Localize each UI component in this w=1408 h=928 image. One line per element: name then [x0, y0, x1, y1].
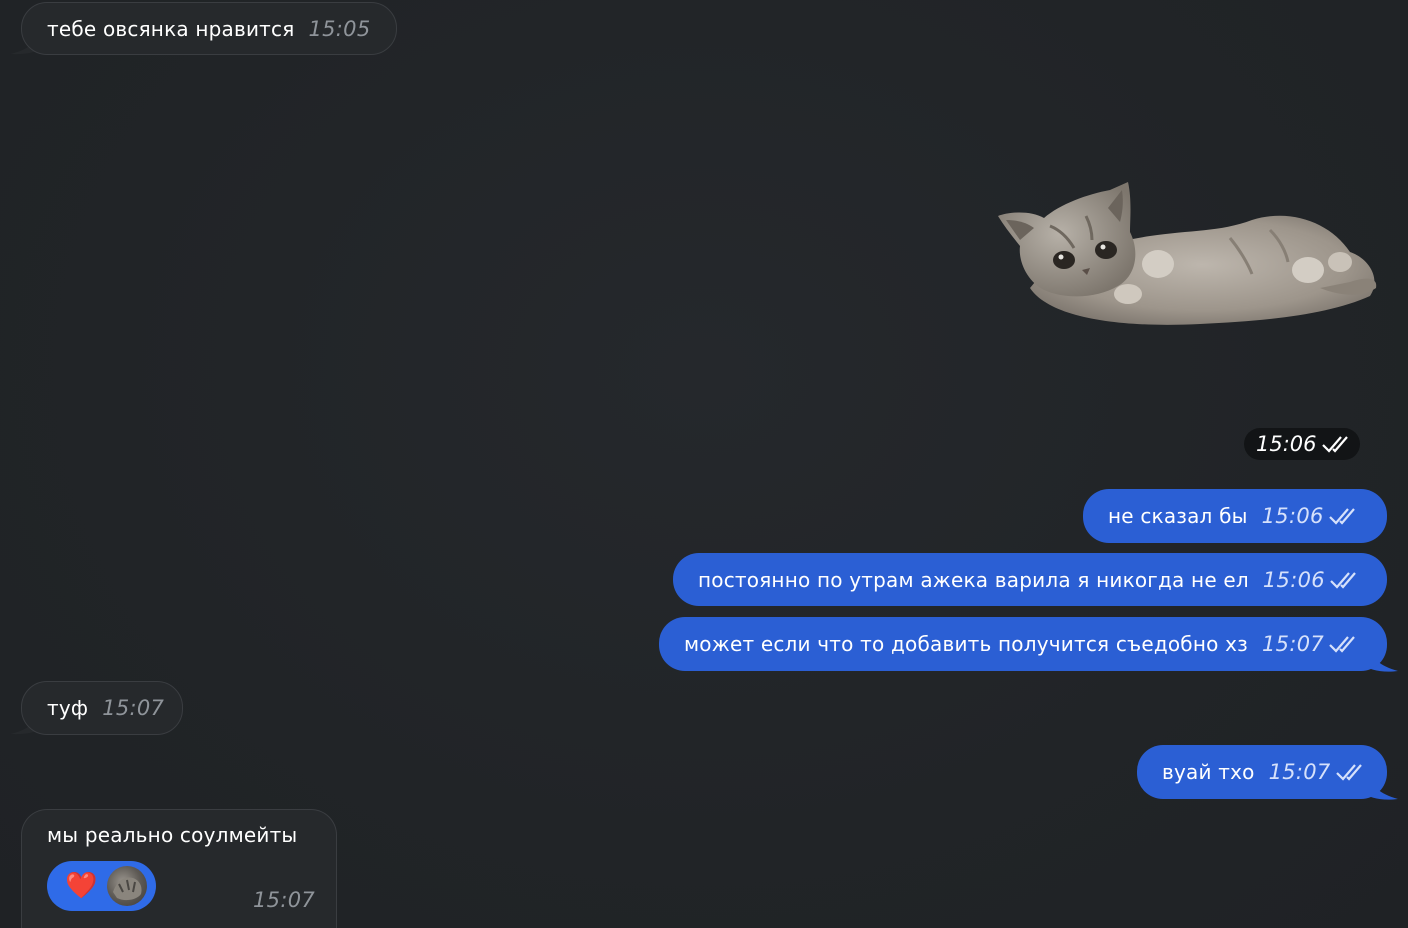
double-check-icon	[1321, 436, 1348, 453]
message-bubble-outgoing[interactable]: постоянно по утрам ажека варила я никогд…	[673, 553, 1387, 606]
message-bubble-outgoing[interactable]: может если что то добавить получится съе…	[659, 617, 1387, 671]
kitten-lying-sticker[interactable]	[990, 178, 1382, 330]
message-text: вуай тхо	[1162, 760, 1255, 784]
message-bubble-incoming[interactable]: туф 15:07	[21, 681, 183, 735]
message-bubble-incoming[interactable]: мы реально соулмейты ❤️ 15:07	[21, 809, 337, 928]
double-check-icon	[1329, 636, 1355, 653]
message-text: не сказал бы	[1108, 504, 1248, 528]
message-bubble-outgoing[interactable]: вуай тхо 15:07	[1137, 745, 1387, 799]
message-time: 15:06	[1262, 567, 1325, 592]
message-time: 15:05	[308, 16, 371, 41]
kitten-icon	[998, 182, 1377, 325]
reactor-avatar[interactable]	[107, 866, 147, 906]
message-text: может если что то добавить получится съе…	[684, 632, 1248, 656]
message-bubble-incoming[interactable]: тебе овсянка нравится 15:05	[21, 2, 397, 55]
chat-area[interactable]: тебе овсянка нравится 15:05 15:06 не ска…	[0, 0, 1408, 928]
message-time: 15:07	[1268, 760, 1331, 784]
heart-icon: ❤️	[65, 871, 98, 901]
message-time: 15:06	[1256, 432, 1317, 456]
double-check-icon	[1330, 571, 1356, 589]
message-text: тебе овсянка нравится	[47, 16, 295, 41]
reaction-pill[interactable]: ❤️	[47, 861, 156, 911]
message-time: 15:07	[102, 696, 165, 720]
sticker-time-badge: 15:06	[1244, 428, 1360, 460]
message-text: мы реально соулмейты	[47, 823, 298, 847]
message-text: постоянно по утрам ажека варила я никогд…	[698, 567, 1249, 592]
double-check-icon	[1335, 764, 1362, 781]
cat-avatar-icon	[113, 877, 142, 901]
double-check-icon	[1328, 508, 1355, 525]
message-time: 15:07	[1262, 632, 1325, 656]
message-text: туф	[47, 696, 89, 720]
message-time: 15:07	[253, 888, 316, 912]
message-time: 15:06	[1261, 504, 1324, 528]
message-bubble-outgoing[interactable]: не сказал бы 15:06	[1083, 489, 1387, 543]
